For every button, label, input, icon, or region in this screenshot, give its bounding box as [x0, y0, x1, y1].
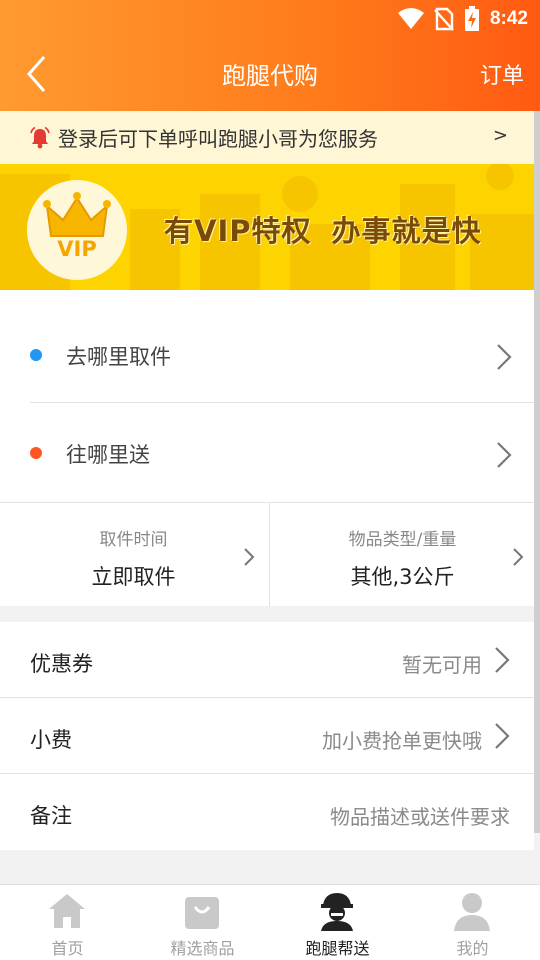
chevron-right-icon	[497, 442, 512, 468]
tab-errand-delivery-label: 跑腿帮送	[305, 939, 370, 958]
tab-errand-delivery[interactable]: 跑腿帮送	[270, 885, 405, 960]
status-bar: 8:42	[397, 6, 528, 32]
no-sim-icon	[434, 7, 454, 31]
pickup-dot	[30, 349, 42, 361]
page-title: 跑腿代购	[222, 62, 318, 90]
battery-charging-icon	[464, 6, 479, 31]
pickup-address-label: 去哪里取件	[66, 345, 171, 369]
tip-label: 小费	[30, 728, 72, 752]
notice-arrow: >	[492, 125, 508, 146]
pickup-time-selector[interactable]: 取件时间 立即取件	[0, 503, 267, 607]
wifi-icon	[397, 8, 424, 29]
coupon-label: 优惠券	[30, 652, 93, 676]
shopping-bag-icon	[185, 897, 219, 929]
vip-slogan-part1: 有VIP特权	[164, 214, 312, 248]
item-type-value: 其他,3公斤	[350, 565, 455, 589]
pickup-time-caption: 取件时间	[99, 530, 168, 550]
item-type-selector[interactable]: 物品类型/重量 其他,3公斤	[269, 503, 536, 607]
app-header: 8:42 跑腿代购 订单	[0, 0, 540, 111]
vip-badge: VIP	[27, 180, 127, 280]
vip-slogan-part2: 办事就是快	[331, 214, 482, 248]
orders-button[interactable]: 订单	[480, 58, 524, 90]
chevron-right-icon	[244, 548, 255, 566]
tip-row[interactable]: 小费 加小费抢单更快哦	[0, 698, 534, 774]
login-notice[interactable]: 登录后可下单呼叫跑腿小哥为您服务 >	[0, 111, 534, 164]
tip-value: 加小费抢单更快哦	[322, 729, 482, 753]
chevron-right-icon	[497, 344, 512, 370]
crown-icon	[43, 192, 111, 237]
tab-home[interactable]: 首页	[0, 885, 135, 960]
chevron-right-icon	[513, 548, 524, 566]
tab-featured-goods[interactable]: 精选商品	[135, 885, 270, 960]
tab-mine[interactable]: 我的	[405, 885, 540, 960]
vip-badge-text: VIP	[57, 237, 97, 261]
scrollbar[interactable]	[534, 111, 540, 833]
pickup-address-row[interactable]: 去哪里取件	[0, 305, 534, 403]
item-type-caption: 物品类型/重量	[348, 530, 457, 550]
tab-featured-goods-label: 精选商品	[170, 939, 235, 958]
status-time: 8:42	[489, 8, 528, 29]
note-input[interactable]: 物品描述或送件要求	[330, 801, 510, 830]
vip-banner[interactable]: VIP 有VIP特权 办事就是快	[0, 164, 534, 290]
tab-home-label: 首页	[51, 939, 84, 958]
delivery-address-label: 往哪里送	[66, 443, 150, 467]
extras-list: 优惠券 暂无可用 小费 加小费抢单更快哦 备注 物品描述或送件要求	[0, 622, 534, 850]
coupon-value: 暂无可用	[402, 653, 482, 677]
person-icon	[454, 893, 490, 931]
note-row[interactable]: 备注 物品描述或送件要求	[0, 774, 534, 850]
chevron-right-icon	[495, 647, 510, 673]
tab-mine-label: 我的	[456, 939, 489, 958]
note-label: 备注	[30, 804, 72, 828]
notice-text: 登录后可下单呼叫跑腿小哥为您服务	[58, 127, 378, 151]
address-section: 去哪里取件 往哪里送	[0, 290, 534, 502]
bottom-tab-bar: 首页 精选商品 跑腿帮送 我的	[0, 884, 540, 960]
home-icon	[49, 894, 85, 928]
delivery-dot	[30, 447, 42, 459]
pickup-time-value: 立即取件	[91, 565, 176, 589]
chevron-right-icon	[495, 723, 510, 749]
delivery-address-row[interactable]: 往哪里送	[0, 403, 534, 501]
coupon-row[interactable]: 优惠券 暂无可用	[0, 622, 534, 698]
bell-icon	[30, 126, 50, 148]
courier-icon	[321, 893, 353, 931]
vip-slogan: 有VIP特权 办事就是快	[164, 208, 482, 250]
order-options: 取件时间 立即取件 物品类型/重量 其他,3公斤	[0, 502, 536, 607]
